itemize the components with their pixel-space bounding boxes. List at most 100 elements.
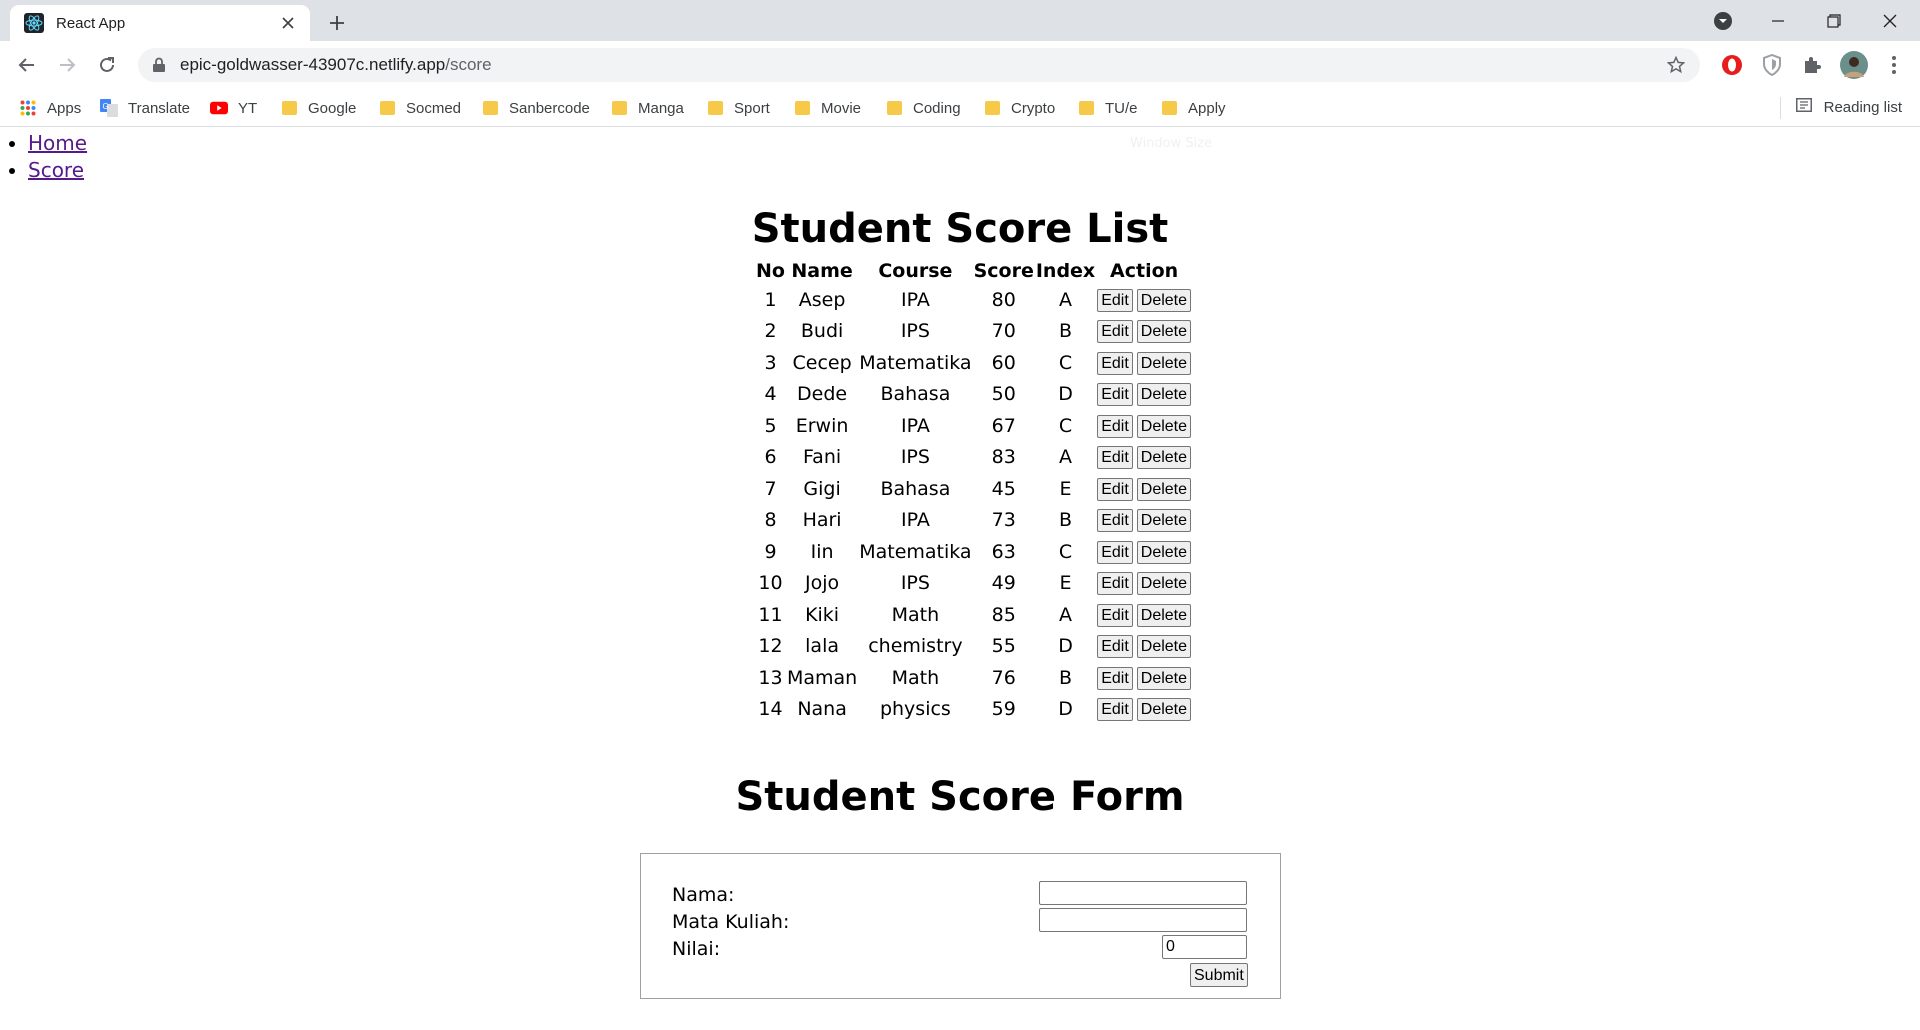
close-tab-icon[interactable] <box>278 13 298 33</box>
forward-arrow-icon[interactable] <box>50 48 84 82</box>
cell-course: IPS <box>900 320 930 343</box>
delete-button[interactable]: Delete <box>1136 635 1192 659</box>
cell-no: 2 <box>764 320 777 343</box>
score-link[interactable]: Score <box>28 158 84 182</box>
edit-button[interactable]: Edit <box>1097 540 1133 564</box>
minimize-icon[interactable] <box>1750 0 1806 41</box>
nav-item-home: Home <box>28 130 87 157</box>
address-bar[interactable]: epic-goldwasser-43907c.netlify.app/score <box>138 48 1700 82</box>
cell-action: Edit Delete <box>1096 442 1192 474</box>
cell-name: Kiki <box>805 603 840 626</box>
edit-button[interactable]: Edit <box>1097 288 1133 312</box>
cell-course: physics <box>879 698 951 721</box>
cell-no: 6 <box>764 446 777 469</box>
reload-icon[interactable] <box>90 48 124 82</box>
bookmark-translate[interactable]: G Translate <box>100 98 190 118</box>
bookmark-folder-google[interactable]: Google <box>280 98 356 118</box>
cell-name: Dede <box>797 383 848 406</box>
edit-button[interactable]: Edit <box>1097 383 1133 407</box>
edit-button[interactable]: Edit <box>1097 698 1133 722</box>
edit-button[interactable]: Edit <box>1097 572 1133 596</box>
delete-button[interactable]: Delete <box>1136 509 1192 533</box>
extensions-puzzle-icon[interactable] <box>1800 53 1824 77</box>
cell-index: C <box>1058 414 1073 437</box>
cell-name: Gigi <box>803 477 841 500</box>
bookmark-folder-manga[interactable]: Manga <box>610 98 684 118</box>
bookmark-folder-sport[interactable]: Sport <box>706 98 770 118</box>
cell-index: B <box>1058 320 1073 343</box>
cell-action: Edit Delete <box>1096 316 1192 348</box>
edit-button[interactable]: Edit <box>1097 509 1133 533</box>
delete-button[interactable]: Delete <box>1136 446 1192 470</box>
browser-toolbar: epic-goldwasser-43907c.netlify.app/score <box>0 41 1920 89</box>
new-tab-button[interactable] <box>322 8 352 38</box>
bookmark-label: Translate <box>128 99 190 117</box>
bookmark-label: Crypto <box>1011 99 1056 117</box>
close-window-icon[interactable] <box>1862 0 1918 41</box>
shield-extension-icon[interactable] <box>1760 53 1784 77</box>
bookmark-folder-socmed[interactable]: Socmed <box>378 98 461 118</box>
folder-icon <box>481 99 499 117</box>
nama-input[interactable] <box>1039 881 1247 905</box>
submit-button[interactable]: Submit <box>1190 963 1248 987</box>
profile-avatar[interactable] <box>1840 51 1868 79</box>
bookmark-folder-sanbercode[interactable]: Sanbercode <box>481 98 590 118</box>
bookmark-folder-crypto[interactable]: Crypto <box>983 98 1055 118</box>
table-row: 13 Maman Math 76 B Edit Delete <box>755 662 1192 694</box>
bookmark-star-icon[interactable] <box>1666 55 1686 75</box>
edit-button[interactable]: Edit <box>1097 603 1133 627</box>
edit-button[interactable]: Edit <box>1097 320 1133 344</box>
edit-button[interactable]: Edit <box>1097 635 1133 659</box>
more-menu-icon[interactable] <box>1882 53 1906 77</box>
delete-button[interactable]: Delete <box>1136 320 1192 344</box>
delete-button[interactable]: Delete <box>1136 477 1192 501</box>
cell-score: 59 <box>991 698 1016 721</box>
opera-extension-icon[interactable] <box>1720 53 1744 77</box>
delete-button[interactable]: Delete <box>1136 666 1192 690</box>
edit-button[interactable]: Edit <box>1097 446 1133 470</box>
cell-name: Maman <box>786 666 858 689</box>
delete-button[interactable]: Delete <box>1136 414 1192 438</box>
table-row: 14 Nana physics 59 D Edit Delete <box>755 694 1192 726</box>
cell-score: 63 <box>991 540 1016 563</box>
cell-index: D <box>1058 635 1073 658</box>
nilai-input[interactable] <box>1162 935 1247 959</box>
delete-button[interactable]: Delete <box>1136 383 1192 407</box>
delete-button[interactable]: Delete <box>1136 572 1192 596</box>
bookmark-label: Sanbercode <box>509 99 590 117</box>
cell-score: 50 <box>991 383 1016 406</box>
delete-button[interactable]: Delete <box>1136 288 1192 312</box>
home-link[interactable]: Home <box>28 131 87 155</box>
bookmark-folder-tue[interactable]: TU/e <box>1077 98 1138 118</box>
edit-button[interactable]: Edit <box>1097 351 1133 375</box>
folder-icon <box>885 99 903 117</box>
bookmark-folder-movie[interactable]: Movie <box>793 98 861 118</box>
mata-kuliah-input[interactable] <box>1039 908 1247 932</box>
cell-score: 70 <box>991 320 1016 343</box>
back-arrow-icon[interactable] <box>10 48 44 82</box>
reading-list-button[interactable]: Reading list <box>1795 98 1902 116</box>
edit-button[interactable]: Edit <box>1097 477 1133 501</box>
table-row: 4 Dede Bahasa 50 D Edit Delete <box>755 379 1192 411</box>
edit-button[interactable]: Edit <box>1097 414 1133 438</box>
bookmark-apps[interactable]: Apps <box>19 98 81 118</box>
folder-icon <box>983 99 1001 117</box>
score-list-title: Student Score List <box>751 206 1169 252</box>
delete-button[interactable]: Delete <box>1136 698 1192 722</box>
table-row: 7 Gigi Bahasa 45 E Edit Delete <box>755 473 1192 505</box>
restore-icon[interactable] <box>1806 0 1862 41</box>
edit-button[interactable]: Edit <box>1097 666 1133 690</box>
delete-button[interactable]: Delete <box>1136 540 1192 564</box>
delete-button[interactable]: Delete <box>1136 351 1192 375</box>
browser-tab[interactable]: React App <box>10 5 310 41</box>
bookmark-yt[interactable]: YT <box>210 98 257 118</box>
bookmark-folder-apply[interactable]: Apply <box>1160 98 1226 118</box>
bookmark-folder-coding[interactable]: Coding <box>885 98 961 118</box>
cell-score: 73 <box>991 509 1016 532</box>
cell-index: B <box>1058 666 1073 689</box>
delete-button[interactable]: Delete <box>1136 603 1192 627</box>
bookmarks-bar: Apps G Translate YT Google Socmed Sanber… <box>0 89 1920 127</box>
score-table-body: 1 Asep IPA 80 A Edit Delete 2 Budi IPS 70 B Edit Dele… <box>755 284 1192 725</box>
tab-search-icon[interactable] <box>1710 8 1736 34</box>
bookmark-label: TU/e <box>1105 99 1138 117</box>
